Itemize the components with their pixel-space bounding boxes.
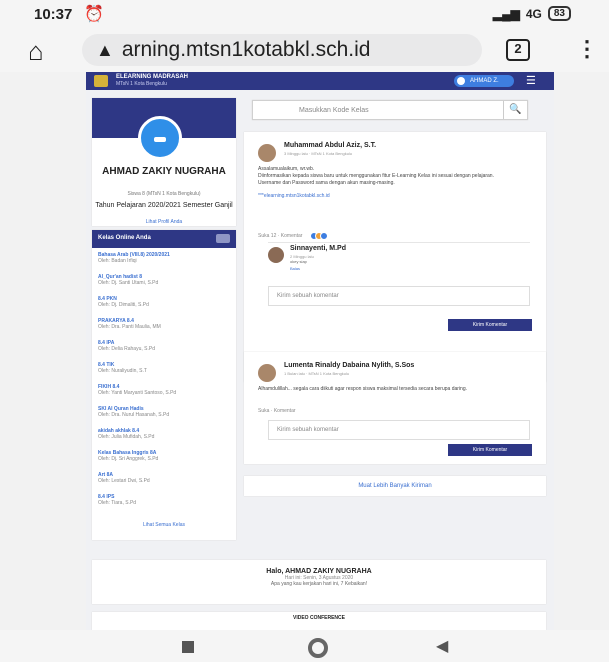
warning-icon[interactable]: ▲ xyxy=(96,40,114,61)
class-teacher: Oleh: Nuraliyudin, S.T xyxy=(98,368,147,374)
greeting-title: Halo, AHMAD ZAKIY NUGRAHA xyxy=(266,568,372,575)
author-avatar xyxy=(258,364,276,382)
post-meta: 1 Bulan lalu · MTsN 1 Kota Bengkulu xyxy=(284,371,350,376)
class-list-item[interactable]: PRAKARYA 8.4 Oleh: Dra. Panti Maulia, MM xyxy=(98,318,230,340)
post-line: Assalamualaikum, wr.wb. xyxy=(258,166,315,172)
like-button[interactable]: Suka · Komentar xyxy=(258,408,296,414)
class-teacher: Oleh: Dj. Santi Utami, S.Pd xyxy=(98,280,159,286)
profile-name: AHMAD ZAKIY NUGRAHA xyxy=(102,166,226,177)
class-teacher: Oleh: Dj. Dimaliti, S.Pd xyxy=(98,302,149,308)
recent-apps-icon[interactable] xyxy=(182,641,194,653)
main-page: AHMAD ZAKIY NUGRAHA Siswa 8 (MTsN 1 Kota… xyxy=(86,90,554,630)
reaction-avatars xyxy=(310,232,329,240)
post-author[interactable]: Lumenta Rinaldy Dabaina Nylith, S.Sos xyxy=(284,362,414,369)
post-card: Muhammad Abdul Aziz, S.T. 3 Minggu lalu … xyxy=(244,132,546,382)
view-profile-link[interactable]: Lihat Profil Anda xyxy=(92,219,236,225)
class-teacher: Oleh: Yanti Maryanti Santoso, S.Pd xyxy=(98,390,177,396)
post-body: Assalamualaikum, wr.wb. Diinformasikan k… xyxy=(258,166,530,200)
profile-card: AHMAD ZAKIY NUGRAHA Siswa 8 (MTsN 1 Kota… xyxy=(92,98,236,226)
class-teacher: Oleh: Delia Rahayu, S.Pd xyxy=(98,346,155,352)
post-meta: 3 Minggu lalu · MTsN 1 Kota Bengkulu xyxy=(284,151,353,156)
post-line: Username dan Password sama dengan akun m… xyxy=(258,180,395,186)
status-bar: 10:37 ⏰ ▂▄▆ 4G 83 xyxy=(0,0,609,30)
search-icon[interactable]: 🔍 xyxy=(503,101,527,119)
home-button-icon[interactable] xyxy=(308,638,328,658)
class-teacher: Oleh: Tiara, S.Pd xyxy=(98,500,137,506)
android-navbar: ◀ xyxy=(0,630,609,662)
class-count-badge xyxy=(216,234,230,243)
site-logo xyxy=(94,75,108,87)
back-icon[interactable]: ◀ xyxy=(436,636,448,656)
profile-year: Tahun Pelajaran 2020/2021 Semester Ganji… xyxy=(95,202,233,209)
more-menu-icon[interactable]: ⋮ xyxy=(576,36,598,62)
alarm-icon: ⏰ xyxy=(84,6,104,23)
reply-item: Sinnayenti, M.Pd 2 Minggu lalu okey siap… xyxy=(268,242,530,272)
class-teacher: Oleh: Badan Irfiqi xyxy=(98,258,137,264)
post-line: Diinformasikan kepada siswa baru untuk m… xyxy=(258,173,494,179)
home-icon[interactable]: ⌂ xyxy=(28,36,44,67)
post-actions: Suka 12 · Komentar xyxy=(258,232,329,240)
class-list-item[interactable]: 8.4 PKN Oleh: Dj. Dimaliti, S.Pd xyxy=(98,296,230,318)
post-card: Lumenta Rinaldy Dabaina Nylith, S.Sos 1 … xyxy=(244,352,546,464)
greeting-card: Halo, AHMAD ZAKIY NUGRAHA Hari ini: Seni… xyxy=(92,560,546,604)
greeting-quote: Apa yang kau kerjakan hari ini, 7 Kebaik… xyxy=(270,581,368,587)
class-list-item[interactable]: 8.4 IPS Oleh: Tiara, S.Pd xyxy=(98,494,230,516)
post-body: Alhamdulillah... segala cara diikuti aga… xyxy=(258,386,467,392)
class-teacher: Oleh: Lestari Dwi, S.Pd xyxy=(98,478,150,484)
reply-button[interactable]: Balas xyxy=(290,266,300,271)
class-teacher: Oleh: Dj. Sri Anggrek, S.Pd xyxy=(98,456,159,462)
author-avatar xyxy=(258,144,276,162)
network-type: 4G xyxy=(525,6,542,21)
class-list: Bahasa Arab (VIII.8) 2020/2021 Oleh: Bada… xyxy=(92,248,236,520)
status-indicators: ▂▄▆ 4G 83 xyxy=(493,6,571,21)
classes-card: Kelas Online Anda Bahasa Arab (VIII.8) 2… xyxy=(92,230,236,540)
post-author[interactable]: Muhammad Abdul Aziz, S.T. xyxy=(284,142,376,149)
tab-switcher-button[interactable]: 2 xyxy=(506,39,530,61)
site-navbar: ELEARNING MADRASAH MTsN 1 Kota Bengkulu … xyxy=(86,72,554,90)
class-list-item[interactable]: 8.4 IPA Oleh: Delia Rahayu, S.Pd xyxy=(98,340,230,362)
post-link[interactable]: ***elearning.mtsn1kotabkl.sch.id xyxy=(258,193,330,199)
address-bar[interactable]: ▲ arning.mtsn1kotabkl.sch.id xyxy=(82,34,482,66)
like-button[interactable]: Suka 12 · Komentar xyxy=(258,233,302,239)
video-conference-header: VIDEO CONFERENCE xyxy=(92,612,546,630)
class-list-item[interactable]: akidah akhlak 8.4 Oleh: Julia Mufidah, S.… xyxy=(98,428,230,450)
classes-header: Kelas Online Anda xyxy=(92,230,236,248)
avatar xyxy=(138,116,182,160)
comment-input[interactable]: Kirim sebuah komentar xyxy=(268,286,530,306)
send-comment-button[interactable]: Kirim Komentar xyxy=(448,319,532,331)
signal-icon: ▂▄▆ xyxy=(492,6,520,21)
class-list-item[interactable]: Kelas Bahasa Inggris 8A Oleh: Dj. Sri Ang… xyxy=(98,450,230,472)
class-teacher: Oleh: Dra. Nurul Hasanah, S.Pd xyxy=(98,412,170,418)
browser-toolbar: ⌂ ▲ arning.mtsn1kotabkl.sch.id 2 ⋮ xyxy=(0,30,609,72)
profile-class: Siswa 8 (MTsN 1 Kota Bengkulu) xyxy=(127,191,201,197)
class-teacher: Oleh: Julia Mufidah, S.Pd xyxy=(98,434,155,440)
class-list-item[interactable]: Bahasa Arab (VIII.8) 2020/2021 Oleh: Bada… xyxy=(98,252,230,274)
search-input[interactable]: Masukkan Kode Kelas xyxy=(299,107,369,114)
class-list-item[interactable]: Al_Qur'an hadist 8 Oleh: Dj. Santi Utami,… xyxy=(98,274,230,296)
load-more-link[interactable]: Muat Lebih Banyak Kiriman xyxy=(244,476,546,496)
class-list-item[interactable]: SKI Al Quran Hadis Oleh: Dra. Nurul Hasan… xyxy=(98,406,230,428)
comment-input[interactable]: Kirim sebuah komentar xyxy=(268,420,530,440)
class-list-item[interactable]: FIKIH 8.4 Oleh: Yanti Maryanti Santoso, S… xyxy=(98,384,230,406)
url-text: arning.mtsn1kotabkl.sch.id xyxy=(121,38,371,61)
brand-title: ELEARNING MADRASAH xyxy=(116,74,188,80)
see-all-classes-link[interactable]: Lihat Semua Kelas xyxy=(92,522,236,528)
send-comment-button[interactable]: Kirim Komentar xyxy=(448,444,532,456)
reply-author[interactable]: Sinnayenti, M.Pd xyxy=(290,245,346,252)
class-list-item[interactable]: Art 8A Oleh: Lestari Dwi, S.Pd xyxy=(98,472,230,494)
reply-text: okey siap xyxy=(290,259,307,264)
brand-subtitle: MTsN 1 Kota Bengkulu xyxy=(116,81,167,87)
user-menu-button[interactable]: AHMAD Z. xyxy=(454,75,514,87)
hamburger-icon[interactable]: ☰ xyxy=(526,75,540,87)
class-code-search: Masukkan Kode Kelas 🔍 xyxy=(252,100,528,120)
class-teacher: Oleh: Dra. Panti Maulia, MM xyxy=(98,324,161,330)
battery-icon: 83 xyxy=(547,6,571,21)
clock-time: 10:37 xyxy=(34,6,73,23)
classes-title: Kelas Online Anda xyxy=(98,235,151,241)
reply-avatar xyxy=(268,247,284,263)
class-list-item[interactable]: 8.4 TIK Oleh: Nuraliyudin, S.T xyxy=(98,362,230,384)
site-brand[interactable]: ELEARNING MADRASAH MTsN 1 Kota Bengkulu xyxy=(116,74,188,88)
post-actions: Suka · Komentar xyxy=(258,408,296,414)
